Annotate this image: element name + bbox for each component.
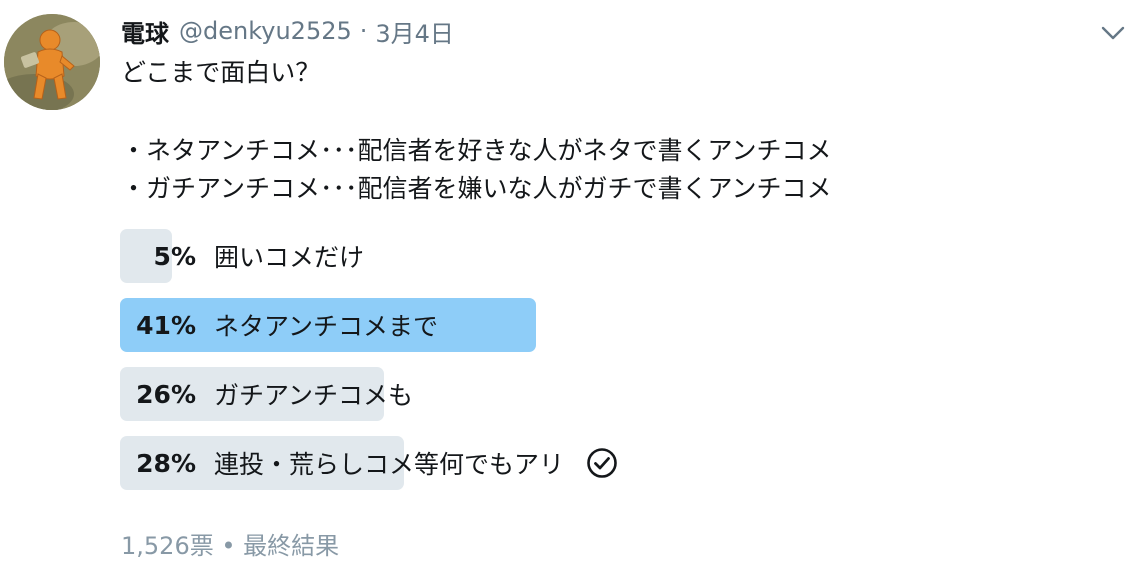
avatar[interactable] [4,14,100,110]
poll-percent: 5% [153,241,196,271]
poll-footer: 1,526票 • 最終結果 [121,532,340,560]
tweet-date[interactable]: 3月4日 [375,14,454,49]
avatar-photo-icon [4,14,100,110]
tweet-line: どこまで面白い？ [121,58,321,87]
chevron-down-icon [1101,26,1125,40]
poll-percent: 26% [136,379,196,409]
tweet-header: 電球 @denkyu2525 · 3月4日 [121,14,454,48]
tweet-line: ・ガチアンチコメ･･･配信者を嫌いな人がガチで書くアンチコメ [121,174,832,203]
poll-option[interactable]: 26% ガチアンチコメも [120,367,1080,421]
poll-option[interactable]: 5% 囲いコメだけ [120,229,1080,283]
poll-option[interactable]: 41% ネタアンチコメまで [120,298,1080,352]
poll-option-label: ガチアンチコメも [214,381,414,410]
poll-option-label: ネタアンチコメまで [214,312,439,341]
tweet-menu-button[interactable] [1098,18,1128,48]
poll-option-content: 26% ガチアンチコメも [120,367,413,421]
poll-percent: 41% [136,310,196,340]
tweet-text: どこまで面白い？ ・ネタアンチコメ･･･配信者を好きな人がネタで書くアンチコメ … [121,54,1081,208]
author-name[interactable]: 電球 [121,14,169,49]
header-separator: · [359,17,368,45]
author-handle[interactable]: @denkyu2525 [179,17,352,45]
poll-option[interactable]: 28% 連投・荒らしコメ等何でもアリ [120,436,1080,490]
poll-option-content: 41% ネタアンチコメまで [120,298,438,352]
poll: 5% 囲いコメだけ 41% ネタアンチコメまで 26% ガチアンチコメも 28%… [120,229,1080,505]
poll-option-label: 連投・荒らしコメ等何でもアリ [214,450,565,479]
poll-percent: 28% [136,448,196,478]
poll-option-content: 28% 連投・荒らしコメ等何でもアリ [120,436,618,490]
poll-option-content: 5% 囲いコメだけ [120,229,364,283]
poll-option-label: 囲いコメだけ [214,243,365,272]
tweet-line: ・ネタアンチコメ･･･配信者を好きな人がネタで書くアンチコメ [121,136,832,165]
voted-check-icon [586,447,618,479]
